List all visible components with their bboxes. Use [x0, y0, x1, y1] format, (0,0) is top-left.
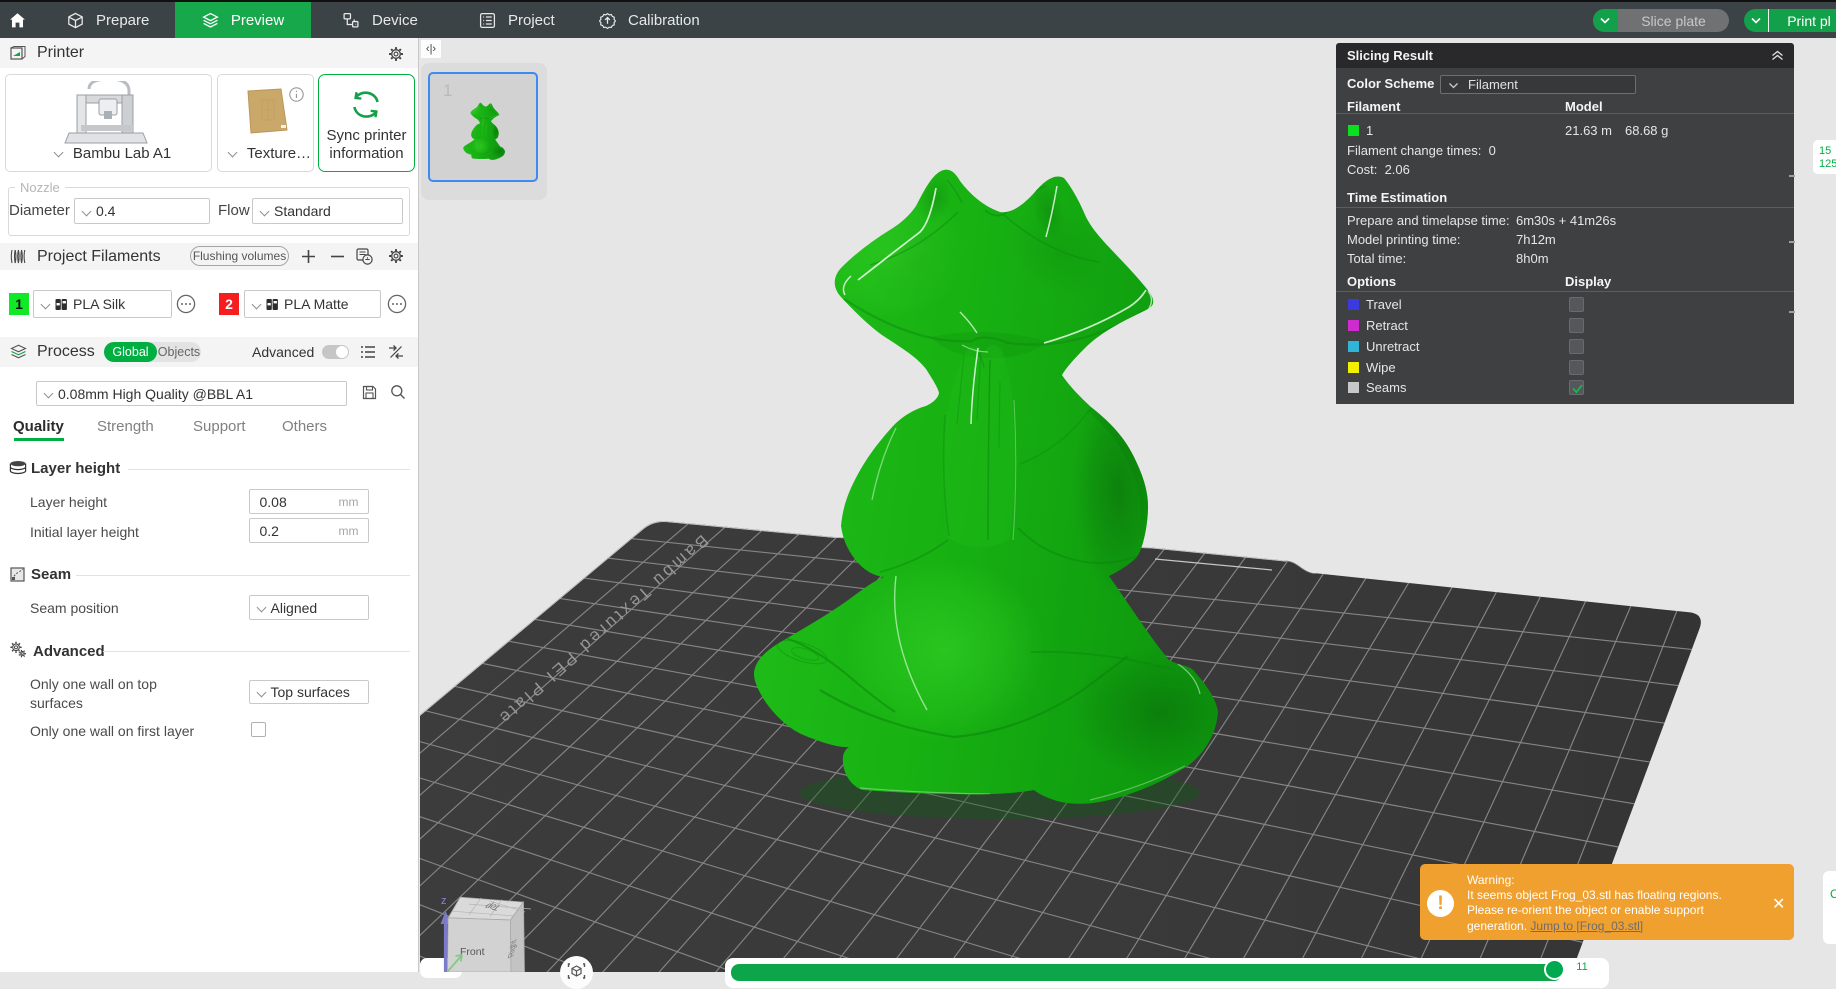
svg-text:z: z — [441, 895, 447, 907]
svg-text:Front: Front — [460, 946, 485, 958]
